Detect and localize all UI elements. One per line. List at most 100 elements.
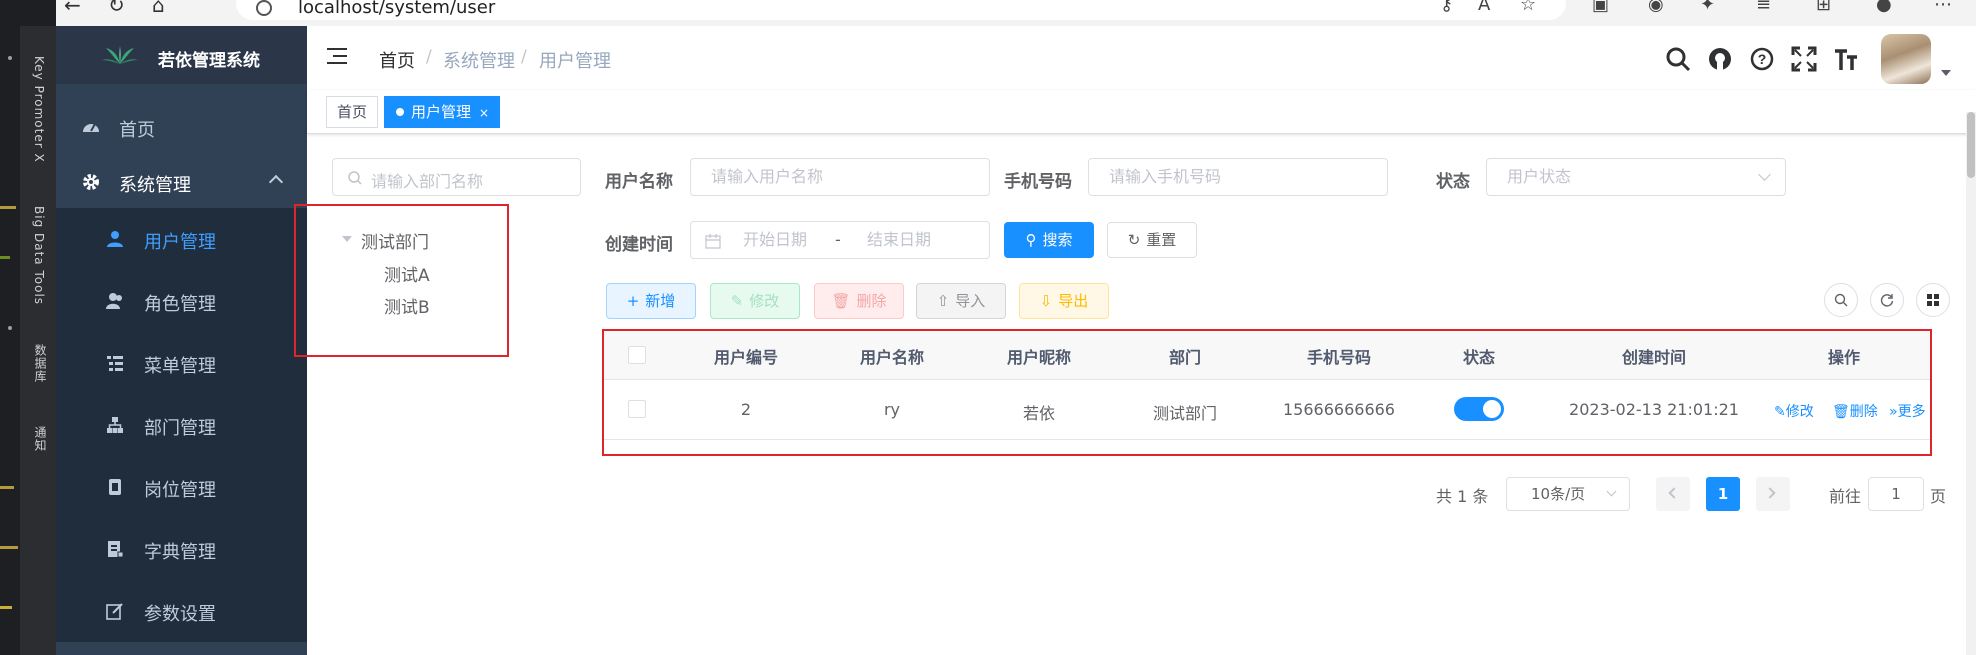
avatar[interactable] [1881,34,1931,84]
gutter-mark [0,486,14,489]
favorites-icon[interactable]: ☆ [1520,0,1536,16]
status-select[interactable]: 用户状态 [1486,158,1786,196]
sidebar-item-config[interactable]: 参数设置 [56,580,307,642]
goto-input[interactable]: 1 [1868,477,1924,511]
phone-placeholder: 请输入手机号码 [1109,167,1222,186]
add-tab-icon[interactable]: ⊞ [1816,0,1831,16]
database-tab[interactable]: 数据库 [32,344,49,383]
toggle-search-button[interactable] [1824,283,1858,317]
search-icon [1834,293,1848,307]
dept-search-input[interactable]: 请输入部门名称 [332,158,581,196]
big-data-tools-tab[interactable]: Big Data Tools [32,206,46,305]
sidebar-item-posts[interactable]: 岗位管理 [56,456,307,518]
page-current[interactable]: 1 [1706,477,1740,511]
delete-button-label: 删除 [856,292,887,310]
phone-input[interactable]: 请输入手机号码 [1088,158,1388,196]
key-promoter-tab[interactable]: Key Promoter X [32,56,46,163]
sidebar-item-system[interactable]: 系统管理 [56,151,307,213]
username-input[interactable]: 请输入用户名称 [690,158,990,196]
notifications-tab[interactable]: 通知 [32,426,49,452]
gutter-mark [0,256,10,259]
fullscreen-icon[interactable] [1791,46,1817,72]
breadcrumb-home[interactable]: 首页 [379,47,415,73]
info-icon[interactable] [256,0,272,16]
tags-view: 首页 用户管理 × [307,90,1976,134]
edit-button[interactable]: ✎ 修改 [710,283,800,319]
tree-table-icon [107,356,123,371]
extension-icon[interactable]: ▣ [1592,0,1609,16]
highlight-box-table [602,329,1932,456]
add-button-label: 新增 [645,292,676,310]
page-scrollbar[interactable] [1966,112,1976,655]
sidebar-item-label: 首页 [119,120,155,141]
search-icon[interactable] [1665,46,1691,72]
gutter-dot [8,56,12,60]
date-range-picker[interactable]: 开始日期 - 结束日期 [690,221,990,259]
ide-corner [0,0,56,26]
import-button[interactable]: ⇧ 导入 [916,283,1006,319]
chevron-down-icon [1758,168,1771,181]
reset-button-label: 重置 [1146,231,1177,249]
columns-button[interactable] [1916,283,1950,317]
plus-icon: + [626,292,640,310]
navbar: 首页 / 系统管理 / 用户管理 ? [307,26,1976,90]
breadcrumb-separator: / [521,47,527,67]
key-icon[interactable]: ⚷ [1440,0,1453,16]
username-label: 用户名称 [605,172,673,192]
caret-down-icon[interactable] [1941,70,1951,76]
more-icon[interactable]: ⋯ [1934,0,1952,16]
page-size-select[interactable]: 10条/页 [1506,477,1630,511]
page-size-value: 10条/页 [1531,485,1586,503]
peoples-icon [106,293,122,309]
logo-icon [102,46,138,64]
back-icon[interactable]: ← [64,0,81,20]
reset-button[interactable]: ↻ 重置 [1107,222,1197,258]
help-icon[interactable]: ? [1749,46,1775,72]
sidebar-item-menus[interactable]: 菜单管理 [56,332,307,394]
close-icon[interactable]: × [479,106,489,120]
tree-icon [107,417,123,433]
delete-button[interactable]: 🗑 删除 [814,283,904,319]
refresh-icon[interactable]: ↻ [108,0,125,20]
range-separator: - [835,230,841,249]
refresh-icon [1880,294,1894,307]
address-bar[interactable]: localhost/system/user [236,0,1566,20]
gear-icon [83,174,99,190]
font-size-icon[interactable] [1833,46,1859,72]
chevron-right-icon [1764,487,1776,499]
puzzle-icon[interactable]: ✦ [1700,0,1715,16]
sidebar-item-label: 岗位管理 [144,480,216,501]
chevron-up-icon [268,174,284,190]
home-icon[interactable]: ⌂ [152,0,165,20]
sidebar-item-home[interactable]: 首页 [56,96,307,158]
svg-text:?: ? [1758,51,1767,67]
delete-icon: 🗑 [831,292,851,310]
export-button[interactable]: ⇩ 导出 [1019,283,1109,319]
scrollbar-thumb[interactable] [1967,112,1975,178]
page-suffix: 页 [1930,487,1947,506]
sidebar-item-departments[interactable]: 部门管理 [56,394,307,456]
sidebar-item-label: 字典管理 [144,542,216,563]
sidebar-item-label: 部门管理 [144,418,216,439]
sidebar-item-users[interactable]: 用户管理 [56,208,307,270]
gutter-mark [0,206,16,209]
tag-active[interactable]: 用户管理 × [384,96,501,128]
profile-icon[interactable]: ● [1876,0,1892,16]
collections-icon[interactable]: ≡ [1756,0,1771,16]
github-icon[interactable] [1707,46,1733,72]
edge-icon[interactable]: ◉ [1648,0,1664,16]
sidebar-item-label: 菜单管理 [144,356,216,377]
sidebar-item-dict[interactable]: 字典管理 [56,518,307,580]
breadcrumb-current: 用户管理 [539,51,611,72]
refresh-table-button[interactable] [1870,283,1904,317]
hamburger-icon[interactable] [327,48,347,64]
logo[interactable]: 若依管理系统 [56,26,307,84]
add-button[interactable]: + 新增 [606,283,696,319]
prev-page-button[interactable] [1656,477,1690,511]
next-page-button[interactable] [1756,477,1790,511]
search-button[interactable]: ⚲ 搜索 [1004,222,1094,258]
read-aloud-icon[interactable]: A [1478,0,1490,16]
sidebar-item-roles[interactable]: 角色管理 [56,270,307,332]
tag-home[interactable]: 首页 [326,96,379,128]
breadcrumb-system: 系统管理 [443,51,515,72]
